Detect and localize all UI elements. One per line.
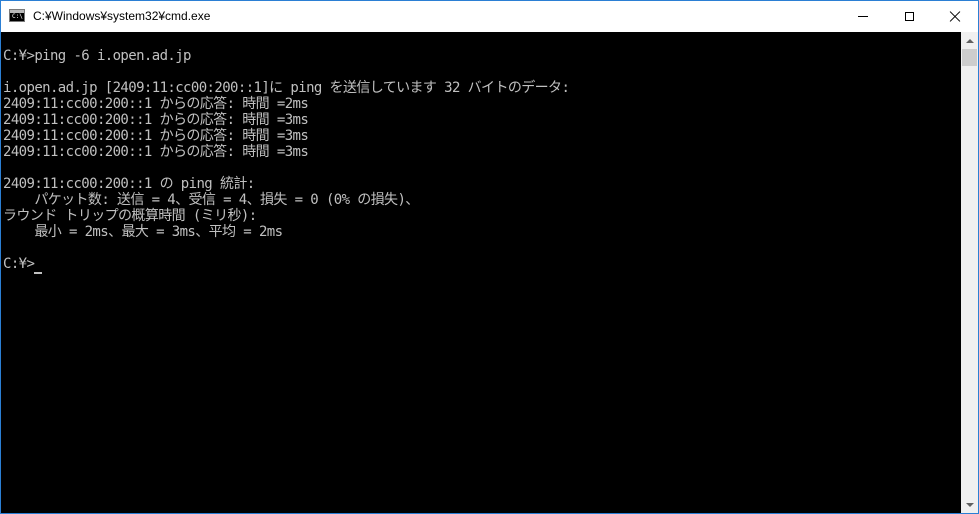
maximize-button[interactable] (886, 1, 932, 32)
text-cursor (34, 272, 42, 274)
scrollbar-thumb[interactable] (962, 49, 977, 66)
console-line: 2409:11:cc00:200::1 の ping 統計: (3, 176, 255, 192)
console-line: ラウンド トリップの概算時間 (ミリ秒): (3, 208, 257, 224)
cmd-icon-label: C:\ (12, 13, 23, 20)
arrow-down-icon (965, 502, 974, 507)
cmd-icon[interactable]: C:\ (9, 9, 25, 22)
console-output: C:¥>ping -6 i.open.ad.jp i.open.ad.jp [2… (1, 32, 961, 272)
vertical-scrollbar[interactable] (961, 32, 978, 513)
console-area[interactable]: C:¥>ping -6 i.open.ad.jp i.open.ad.jp [2… (1, 32, 961, 513)
console-line: 2409:11:cc00:200::1 からの応答: 時間 =3ms (3, 128, 309, 144)
console-line: i.open.ad.jp [2409:11:cc00:200::1]に ping… (3, 80, 570, 96)
window-title: C:¥Windows¥system32¥cmd.exe (33, 9, 211, 23)
scroll-down-button[interactable] (961, 496, 978, 513)
console-prompt: C:¥> (3, 256, 35, 272)
console-line: 2409:11:cc00:200::1 からの応答: 時間 =2ms (3, 96, 309, 112)
scroll-up-button[interactable] (961, 32, 978, 49)
cmd-window: C:\ C:¥Windows¥system32¥cmd.exe C:¥>ping… (0, 0, 979, 514)
console-line: 最小 = 2ms、最大 = 3ms、平均 = 2ms (3, 224, 283, 240)
close-button[interactable] (932, 1, 978, 32)
minimize-icon (858, 16, 868, 17)
console-line: 2409:11:cc00:200::1 からの応答: 時間 =3ms (3, 112, 309, 128)
maximize-icon (904, 12, 914, 21)
close-icon (949, 11, 961, 23)
console-line: C:¥>ping -6 i.open.ad.jp (3, 48, 191, 64)
arrow-up-icon (965, 38, 974, 43)
console-line: パケット数: 送信 = 4、受信 = 4、損失 = 0 (0% の損失)、 (3, 192, 419, 208)
console-line: 2409:11:cc00:200::1 からの応答: 時間 =3ms (3, 144, 309, 160)
minimize-button[interactable] (840, 1, 886, 32)
title-bar[interactable]: C:\ C:¥Windows¥system32¥cmd.exe (1, 1, 978, 32)
